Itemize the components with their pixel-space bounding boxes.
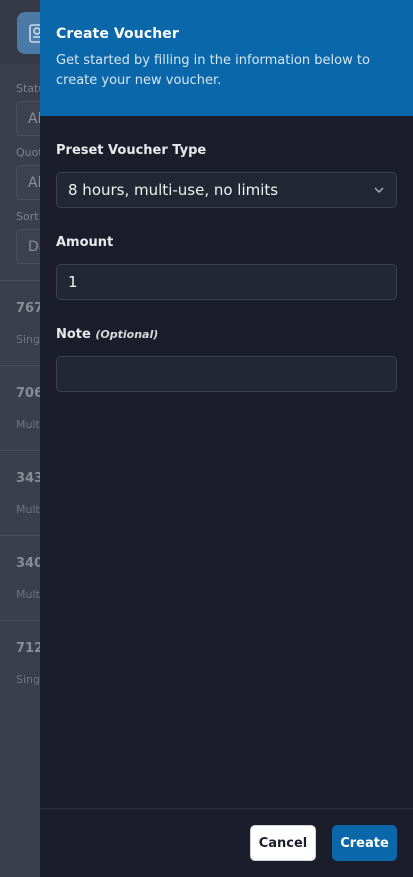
cancel-button[interactable]: Cancel [250,825,316,861]
preset-type-select[interactable]: 8 hours, multi-use, no limits [56,172,397,208]
drawer-subtitle: Get started by filling in the informatio… [56,53,370,88]
divider [0,620,40,621]
voucher-row-subtitle: Sing [16,333,40,346]
create-button[interactable]: Create [332,825,397,861]
create-voucher-drawer: Create Voucher Get started by filling in… [40,0,413,877]
voucher-row-subtitle: Sing [16,673,40,686]
divider [0,365,40,366]
chevron-down-icon [374,187,384,193]
note-input[interactable] [56,356,397,392]
divider [0,535,40,536]
note-label-text: Note [56,327,91,342]
voucher-row-subtitle: Multi [16,418,43,431]
drawer-footer-divider [40,808,413,809]
note-label: Note (Optional) [56,327,158,342]
divider [0,280,40,281]
drawer-title: Create Voucher [56,26,179,42]
divider [0,450,40,451]
preset-type-label: Preset Voucher Type [56,143,207,158]
drawer-header: Create Voucher Get started by filling in… [40,0,413,116]
voucher-row-subtitle: Multi [16,503,43,516]
filter-label-quota: Quot [16,146,43,159]
filter-label-sort: Sort [16,210,39,223]
preset-type-value: 8 hours, multi-use, no limits [68,181,279,199]
optional-tag: (Optional) [95,328,159,341]
amount-label: Amount [56,235,114,250]
amount-input[interactable]: 1 [56,264,397,300]
voucher-row-subtitle: Multi [16,588,43,601]
